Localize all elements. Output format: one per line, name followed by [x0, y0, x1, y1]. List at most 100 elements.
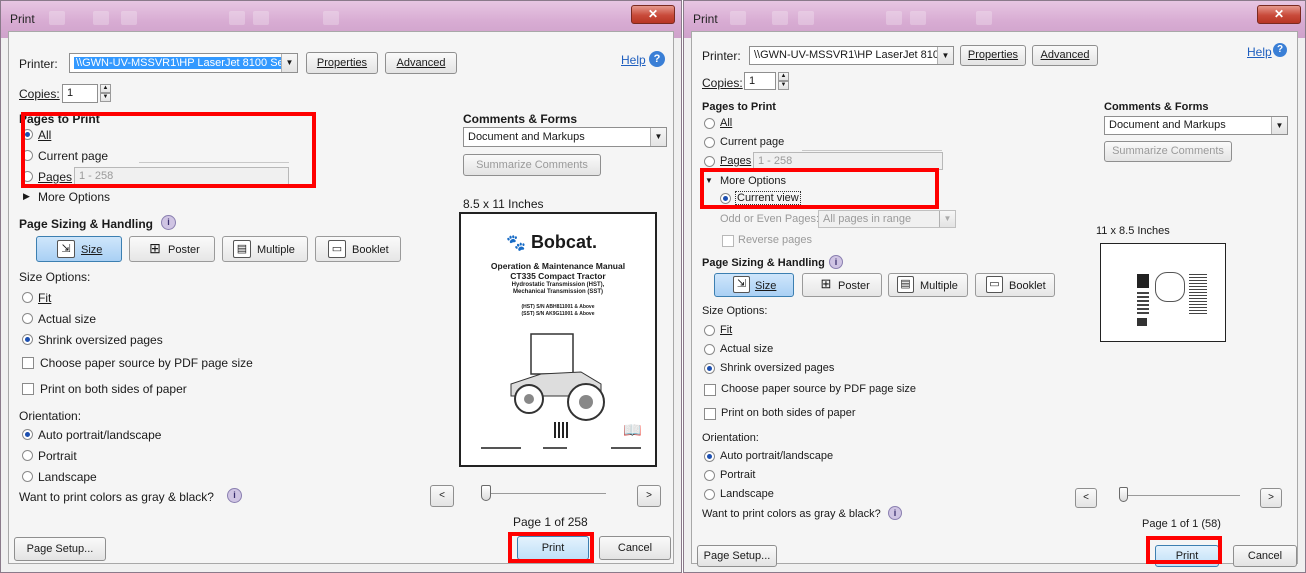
ghost-icon: [93, 11, 109, 25]
size-icon: ⇲: [733, 276, 750, 293]
multiple-icon: ▤: [233, 240, 251, 258]
summarize-button[interactable]: Summarize Comments: [463, 154, 601, 176]
page-slider-thumb[interactable]: [1119, 487, 1128, 502]
highlight-box: [508, 532, 594, 563]
landscape-label: Landscape: [720, 488, 774, 500]
booklet-button[interactable]: ▭ Booklet: [975, 273, 1055, 297]
close-button[interactable]: ✕: [631, 5, 675, 24]
page-setup-button[interactable]: Page Setup...: [697, 545, 777, 567]
comments-select[interactable]: Document and Markups ▼: [463, 127, 667, 147]
size-label: Size: [81, 244, 103, 256]
size-icon: ⇲: [57, 240, 75, 258]
page-counter: Page 1 of 1 (58): [1142, 518, 1221, 530]
pages-radio[interactable]: [704, 156, 715, 167]
page-setup-button[interactable]: Page Setup...: [14, 537, 106, 561]
advanced-button[interactable]: Advanced: [1032, 45, 1098, 66]
odd-even-select[interactable]: All pages in range ▼: [818, 210, 956, 228]
close-button[interactable]: ✕: [1257, 5, 1301, 24]
booklet-label: Booklet: [352, 244, 389, 256]
size-options-label: Size Options:: [702, 305, 768, 317]
footer-text-icon: [611, 447, 641, 449]
multiple-button[interactable]: ▤ Multiple: [222, 236, 308, 262]
page-slider-thumb[interactable]: [481, 485, 491, 501]
help-link[interactable]: Help: [621, 53, 646, 67]
current-page-label: Current page: [720, 136, 785, 148]
auto-orientation-label: Auto portrait/landscape: [38, 428, 162, 442]
qr-code-icon: [554, 422, 570, 438]
expand-icon[interactable]: ▶: [23, 191, 30, 202]
poster-button[interactable]: ⊞ Poster: [129, 236, 215, 262]
size-button[interactable]: ⇲ Size: [714, 273, 794, 297]
all-radio[interactable]: [704, 118, 715, 129]
prev-page-button[interactable]: <: [430, 485, 454, 507]
poster-button[interactable]: ⊞ Poster: [802, 273, 882, 297]
auto-orientation-label: Auto portrait/landscape: [720, 450, 834, 462]
help-icon[interactable]: ?: [649, 51, 665, 67]
portrait-radio[interactable]: [22, 450, 33, 461]
page-slider-track[interactable]: [1125, 495, 1240, 496]
choose-paper-checkbox[interactable]: [704, 384, 716, 396]
copies-label: Copies:: [702, 76, 743, 90]
both-sides-checkbox[interactable]: [704, 408, 716, 420]
landscape-radio[interactable]: [704, 489, 715, 500]
cancel-button[interactable]: Cancel: [599, 536, 671, 560]
info-icon[interactable]: i: [888, 506, 902, 520]
properties-button[interactable]: Properties: [960, 45, 1026, 66]
printer-select[interactable]: \\GWN-UV-MSSVR1\HP LaserJet 8100 Serie ▼: [749, 46, 954, 65]
chevron-down-icon: ▼: [1271, 117, 1287, 134]
advanced-button[interactable]: Advanced: [385, 52, 457, 74]
info-icon[interactable]: i: [227, 488, 242, 503]
help-link[interactable]: Help: [1247, 45, 1272, 59]
comments-forms-heading: Comments & Forms: [463, 112, 578, 126]
copies-down-icon[interactable]: ▼: [778, 81, 789, 90]
page-slider-track[interactable]: [486, 493, 606, 494]
copies-up-icon[interactable]: ▲: [778, 72, 789, 81]
manual-line: Mechanical Transmission (SST): [512, 289, 604, 295]
summarize-button[interactable]: Summarize Comments: [1104, 141, 1232, 162]
help-icon[interactable]: ?: [1273, 43, 1287, 57]
auto-orientation-radio[interactable]: [22, 429, 33, 440]
both-sides-checkbox[interactable]: [22, 383, 34, 395]
reverse-pages-checkbox[interactable]: [722, 235, 734, 247]
multiple-label: Multiple: [920, 280, 958, 292]
ghost-icon: [121, 11, 137, 25]
copies-up-icon[interactable]: ▲: [100, 84, 111, 93]
fit-label: Fit: [720, 324, 733, 336]
fit-radio[interactable]: [22, 292, 33, 303]
booklet-button[interactable]: ▭ Booklet: [315, 236, 401, 262]
booklet-label: Booklet: [1009, 280, 1046, 292]
shrink-radio[interactable]: [704, 363, 715, 374]
landscape-radio[interactable]: [22, 471, 33, 482]
multiple-button[interactable]: ▤ Multiple: [888, 273, 968, 297]
copies-input[interactable]: 1: [62, 84, 98, 103]
portrait-radio[interactable]: [704, 470, 715, 481]
printer-label: Printer:: [702, 49, 741, 63]
cancel-button[interactable]: Cancel: [1233, 545, 1297, 567]
copies-down-icon[interactable]: ▼: [100, 93, 111, 102]
actual-size-radio[interactable]: [704, 344, 715, 355]
shrink-radio[interactable]: [22, 334, 33, 345]
brand-text: Bobcat.: [530, 232, 597, 252]
printer-select[interactable]: \\GWN-UV-MSSVR1\HP LaserJet 8100 Serie ▼: [69, 53, 298, 73]
current-page-radio[interactable]: [704, 137, 715, 148]
both-sides-label: Print on both sides of paper: [721, 407, 856, 419]
highlight-box: [21, 112, 316, 188]
gray-label: Want to print colors as gray & black?: [19, 490, 214, 504]
info-icon[interactable]: i: [161, 215, 176, 230]
properties-button[interactable]: Properties: [306, 52, 378, 74]
next-page-button[interactable]: >: [637, 485, 661, 507]
copies-input[interactable]: 1: [744, 72, 776, 90]
info-icon[interactable]: i: [829, 255, 843, 269]
actual-size-radio[interactable]: [22, 313, 33, 324]
fit-radio[interactable]: [704, 325, 715, 336]
odd-even-label: Odd or Even Pages:: [720, 213, 820, 225]
printer-value: \\GWN-UV-MSSVR1\HP LaserJet 8100 Serie: [74, 57, 297, 69]
comments-select[interactable]: Document and Markups ▼: [1104, 116, 1288, 135]
next-page-button[interactable]: >: [1260, 488, 1282, 508]
print-dialog-left: Print ✕ Printer: \\GWN-UV-MSSVR1\HP Lase…: [0, 0, 682, 573]
choose-paper-checkbox[interactable]: [22, 357, 34, 369]
size-button[interactable]: ⇲ Size: [36, 236, 122, 262]
auto-orientation-radio[interactable]: [704, 451, 715, 462]
more-options-label[interactable]: More Options: [38, 190, 110, 204]
prev-page-button[interactable]: <: [1075, 488, 1097, 508]
